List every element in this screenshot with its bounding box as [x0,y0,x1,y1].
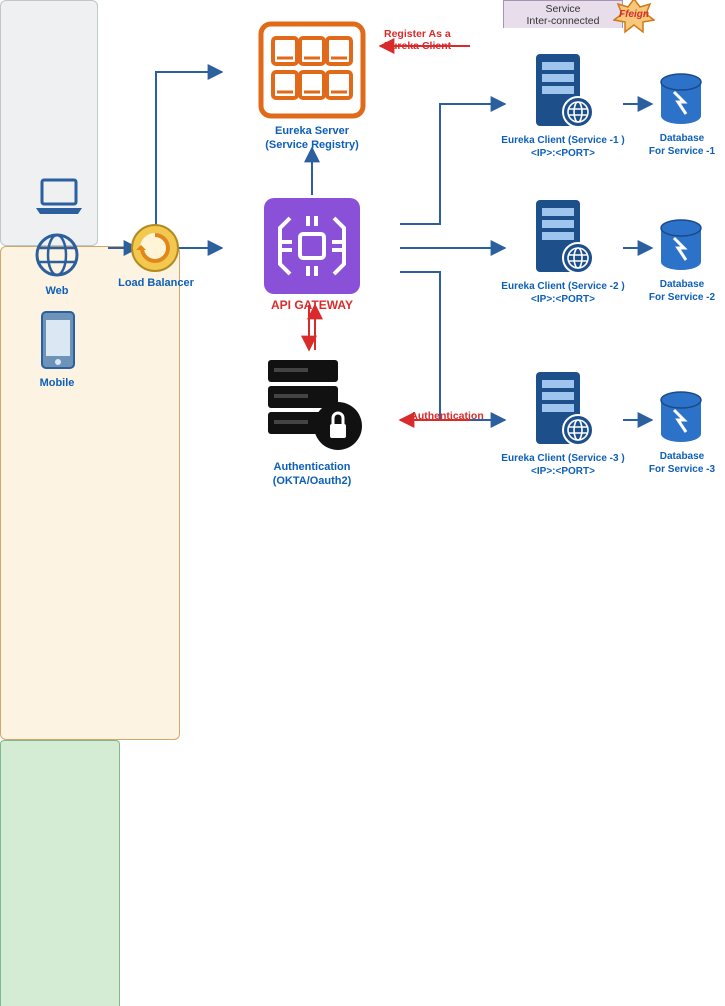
db3-l1: Database [640,450,724,463]
db2-l1: Database [640,278,724,291]
api-gateway-icon [262,196,362,296]
auth-l1: Authentication [250,460,374,474]
eureka-server-icon [257,20,367,120]
svc2-l2: <IP>:<PORT> [490,293,636,306]
auth-icon [260,350,364,454]
eureka-title1: Eureka Server [250,124,374,138]
mobile-icon [40,310,76,370]
laptop-icon [32,178,86,216]
ffeign-label: Ffeign [616,8,652,21]
db2-l2: For Service -2 [636,291,725,304]
service-1-icon [530,50,596,130]
auth-l2: (OKTA/Oauth2) [250,474,374,488]
db1-l2: For Service -1 [636,145,725,158]
globe-icon [32,230,82,280]
db-3-icon [656,390,706,446]
svc-hdr-l1: Service [545,3,580,15]
svc3-l2: <IP>:<PORT> [490,465,636,478]
load-balancer-icon [130,223,180,273]
db-1-icon [656,72,706,128]
register-l2: Eureka Client [384,40,474,54]
eureka-title2: (Service Registry) [250,138,374,152]
db3-l2: For Service -3 [636,463,725,476]
ffeign-badge: Ffeign [613,0,655,34]
load-balancer-label: Load Balancer [115,276,197,290]
svc1-l2: <IP>:<PORT> [490,147,636,160]
svc2-l1: Eureka Client (Service -2 ) [490,280,636,293]
api-gateway-label: API GATEWAY [250,298,374,314]
web-label: Web [32,284,82,298]
db-2-icon [656,218,706,274]
svc3-l1: Eureka Client (Service -3 ) [490,452,636,465]
services-header: Service Inter-connected [503,0,623,28]
db1-l1: Database [640,132,724,145]
auth-arrow-label: Authentication [404,410,490,424]
service-2-icon [530,196,596,276]
service-3-icon [530,368,596,448]
services-column [0,740,120,1006]
mobile-label: Mobile [32,376,82,390]
svc1-l1: Eureka Client (Service -1 ) [490,134,636,147]
svc-hdr-l2: Inter-connected [527,15,600,27]
